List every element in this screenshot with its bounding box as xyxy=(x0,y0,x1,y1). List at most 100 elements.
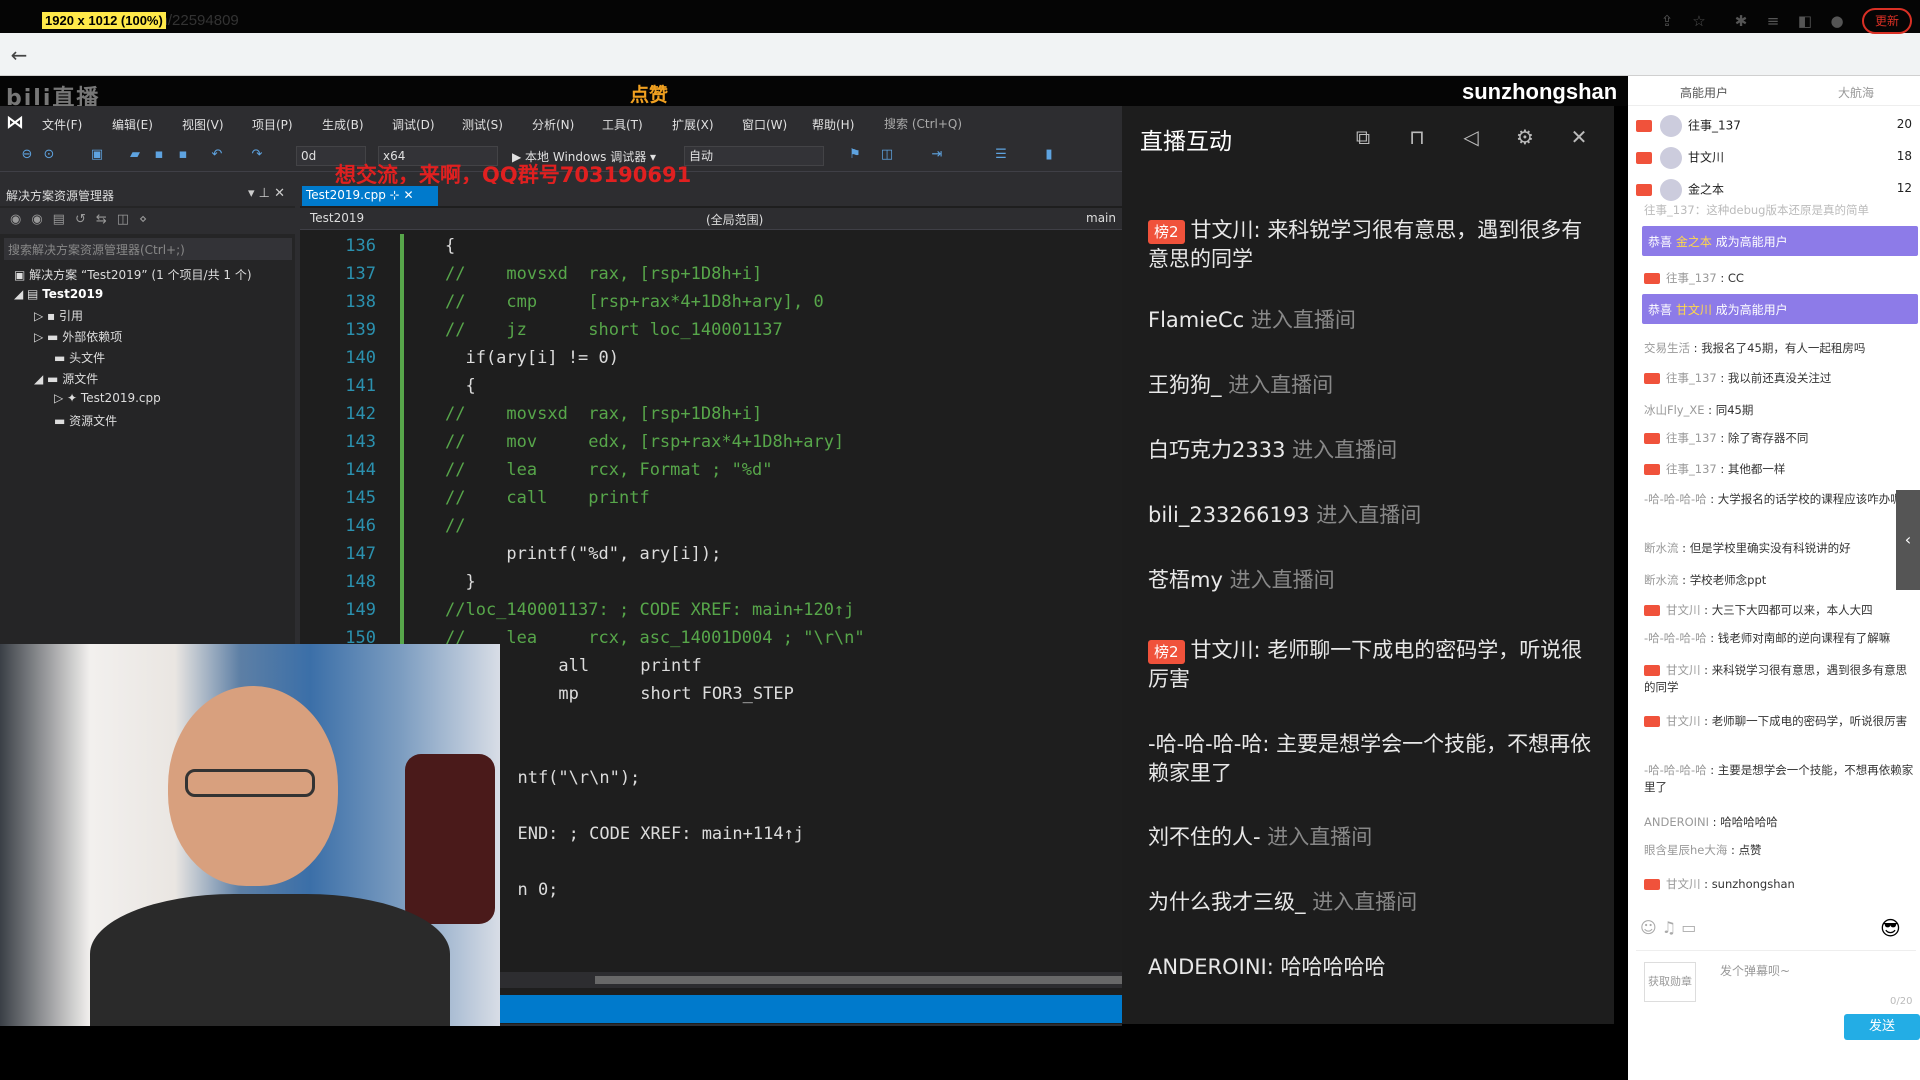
screenshot-icon[interactable]: ◫ xyxy=(878,146,896,164)
menu-debug[interactable]: 调试(D) xyxy=(392,116,435,133)
code-line[interactable]: // xyxy=(445,516,465,536)
chat-username[interactable]: 甘文川 xyxy=(1666,714,1701,728)
bookmark-icon[interactable]: ▮ xyxy=(1040,146,1058,164)
settings-icon[interactable]: ⚙ xyxy=(1512,124,1538,150)
tab-test2019-cpp[interactable]: Test2019.cpp ⊹ ✕ xyxy=(302,186,438,206)
code-line[interactable]: // call printf xyxy=(445,488,650,508)
send-button[interactable]: 发送 xyxy=(1844,1014,1920,1040)
congrats-name[interactable]: 金之本 xyxy=(1676,235,1712,249)
code-line[interactable]: } xyxy=(445,572,475,592)
pin-icon[interactable]: ▾ ⊥ ✕ xyxy=(248,186,285,201)
chat-username[interactable]: ANDEROINI xyxy=(1644,815,1709,829)
chat-username[interactable]: 眼含星辰he大海 xyxy=(1644,843,1727,857)
scroll-thumb[interactable] xyxy=(595,976,1122,984)
save-all-icon[interactable]: ▪ xyxy=(174,146,192,164)
forward-nav-icon[interactable]: ⊙ xyxy=(40,146,58,164)
code-line[interactable]: { xyxy=(445,376,475,396)
code-line[interactable]: mp short FOR3_STEP xyxy=(497,684,793,704)
tree-sources[interactable]: ◢ ▬ 源文件 xyxy=(34,370,98,387)
nav-project-dropdown[interactable]: Test2019 xyxy=(310,211,680,225)
code-line[interactable]: // jz short loc_140001137 xyxy=(445,320,783,340)
code-line[interactable]: if(ary[i] != 0) xyxy=(445,348,619,368)
menu-project[interactable]: 项目(P) xyxy=(252,116,293,133)
chat-username[interactable]: 甘文川 xyxy=(1666,877,1701,891)
code-line[interactable]: // movsxd rax, [rsp+1D8h+i] xyxy=(445,404,762,424)
menu-test[interactable]: 测试(S) xyxy=(462,116,503,133)
tree-resources[interactable]: ▬ 资源文件 xyxy=(54,412,117,429)
playlist-icon[interactable]: ≡ xyxy=(1762,10,1784,32)
tree-project[interactable]: ◢ ▤ Test2019 xyxy=(14,287,103,301)
tree-headers[interactable]: ▬ 头文件 xyxy=(54,349,105,366)
tool-icon[interactable]: ⚑ xyxy=(846,146,864,164)
mode-select[interactable]: 自动 xyxy=(684,146,824,166)
live-username[interactable]: 苍梧my xyxy=(1148,568,1223,592)
cool-emoji-icon[interactable]: 😎 xyxy=(1880,916,1901,940)
redo-icon[interactable]: ↷ xyxy=(248,146,266,164)
menu-tools[interactable]: 工具(T) xyxy=(602,116,643,133)
ranking-row[interactable]: 甘文川 18 xyxy=(1636,142,1916,174)
back-nav-icon[interactable]: ⊖ xyxy=(18,146,36,164)
code-line[interactable]: ntf("\r\n"); xyxy=(497,768,640,788)
menu-analyze[interactable]: 分析(N) xyxy=(532,116,574,133)
lock-icon[interactable]: ⊓ xyxy=(1404,124,1430,150)
update-button[interactable]: 更新 xyxy=(1862,8,1912,34)
chat-username[interactable]: -哈-哈-哈-哈 xyxy=(1644,763,1707,777)
share-icon[interactable]: ⇪ xyxy=(1656,10,1678,32)
live-username[interactable]: -哈-哈-哈-哈 xyxy=(1148,732,1262,756)
tree-external-deps[interactable]: ▷ ▬ 外部依赖项 xyxy=(34,328,122,345)
comment-icon[interactable]: ☰ xyxy=(992,146,1010,164)
chat-username[interactable]: 断水流 xyxy=(1644,573,1679,587)
chat-username[interactable]: -哈-哈-哈-哈 xyxy=(1644,492,1707,506)
live-username[interactable]: 甘文川 xyxy=(1191,638,1254,662)
live-username[interactable]: 刘不住的人- xyxy=(1148,825,1261,849)
code-line[interactable]: // cmp [rsp+rax*4+1D8h+ary], 0 xyxy=(445,292,824,312)
back-arrow-icon[interactable]: ← xyxy=(6,42,32,68)
solution-search-input[interactable]: 搜索解决方案资源管理器(Ctrl+;) xyxy=(4,238,292,260)
chat-username[interactable]: 甘文川 xyxy=(1666,603,1701,617)
live-username[interactable]: 白巧克力2333 xyxy=(1148,438,1285,462)
popout-icon[interactable]: ⧉ xyxy=(1350,124,1376,150)
chat-username[interactable]: 往事_137 xyxy=(1666,431,1717,445)
live-username[interactable]: 甘文川 xyxy=(1191,218,1254,242)
code-line[interactable]: // lea rcx, asc_14001D004 ; "\r\n" xyxy=(445,628,865,648)
open-file-icon[interactable]: ▰ xyxy=(126,146,144,164)
chat-username[interactable]: 往事_137 xyxy=(1666,462,1717,476)
chat-username[interactable]: 往事_137 xyxy=(1666,371,1717,385)
nav-scope-dropdown[interactable]: (全局范围) xyxy=(706,211,1056,228)
new-project-icon[interactable]: ▣ xyxy=(88,146,106,164)
tab-high-energy[interactable]: 高能用户 xyxy=(1680,84,1728,101)
menu-help[interactable]: 帮助(H) xyxy=(812,116,854,133)
chat-username[interactable]: -哈-哈-哈-哈 xyxy=(1644,631,1707,645)
live-username[interactable]: FlamieCc xyxy=(1148,308,1244,332)
tree-references[interactable]: ▷ ▪ 引用 xyxy=(34,307,83,324)
extensions-icon[interactable]: ✱ xyxy=(1730,10,1752,32)
nav-function-dropdown[interactable]: main xyxy=(1086,211,1116,225)
profile-icon[interactable]: ● xyxy=(1826,10,1848,32)
menu-file[interactable]: 文件(F) xyxy=(42,116,82,133)
live-username[interactable]: ANDEROINI xyxy=(1148,955,1267,979)
tree-cpp-file[interactable]: ▷ ✦ Test2019.cpp xyxy=(54,391,161,405)
code-line[interactable]: all printf xyxy=(497,656,701,676)
menu-view[interactable]: 视图(V) xyxy=(182,116,224,133)
chat-username[interactable]: 往事_137 xyxy=(1666,271,1717,285)
emoji-toolbar[interactable]: ☺ ♫ ▭ xyxy=(1640,918,1696,937)
code-line[interactable]: n 0; xyxy=(497,880,558,900)
live-username[interactable]: bili_233266193 xyxy=(1148,503,1310,527)
close-icon[interactable]: ✕ xyxy=(1566,124,1592,150)
menu-edit[interactable]: 编辑(E) xyxy=(112,116,153,133)
volume-icon[interactable]: ◁ xyxy=(1458,124,1484,150)
get-medal-button[interactable]: 获取勋章 xyxy=(1644,962,1696,1002)
tree-solution[interactable]: ▣ 解决方案 “Test2019” (1 个项目/共 1 个) xyxy=(14,266,252,283)
code-line[interactable]: // movsxd rax, [rsp+1D8h+i] xyxy=(445,264,762,284)
tab-voyage[interactable]: 大航海 xyxy=(1838,84,1874,101)
menu-build[interactable]: 生成(B) xyxy=(322,116,364,133)
code-line[interactable]: // mov edx, [rsp+rax*4+1D8h+ary] xyxy=(445,432,844,452)
step-icon[interactable]: ⇥ xyxy=(928,146,946,164)
chat-username[interactable]: 甘文川 xyxy=(1666,663,1701,677)
code-line[interactable]: //loc_140001137: ; CODE XREF: main+120↑j xyxy=(445,600,854,620)
ranking-row[interactable]: 往事_137 20 xyxy=(1636,110,1916,142)
chat-input[interactable]: 发个弹幕呗~ xyxy=(1716,958,1914,1006)
code-line[interactable]: // lea rcx, Format ; "%d" xyxy=(445,460,773,480)
chat-username[interactable]: 冰山Fly_XE xyxy=(1644,403,1705,417)
live-username[interactable]: 王狗狗_ xyxy=(1148,373,1222,397)
